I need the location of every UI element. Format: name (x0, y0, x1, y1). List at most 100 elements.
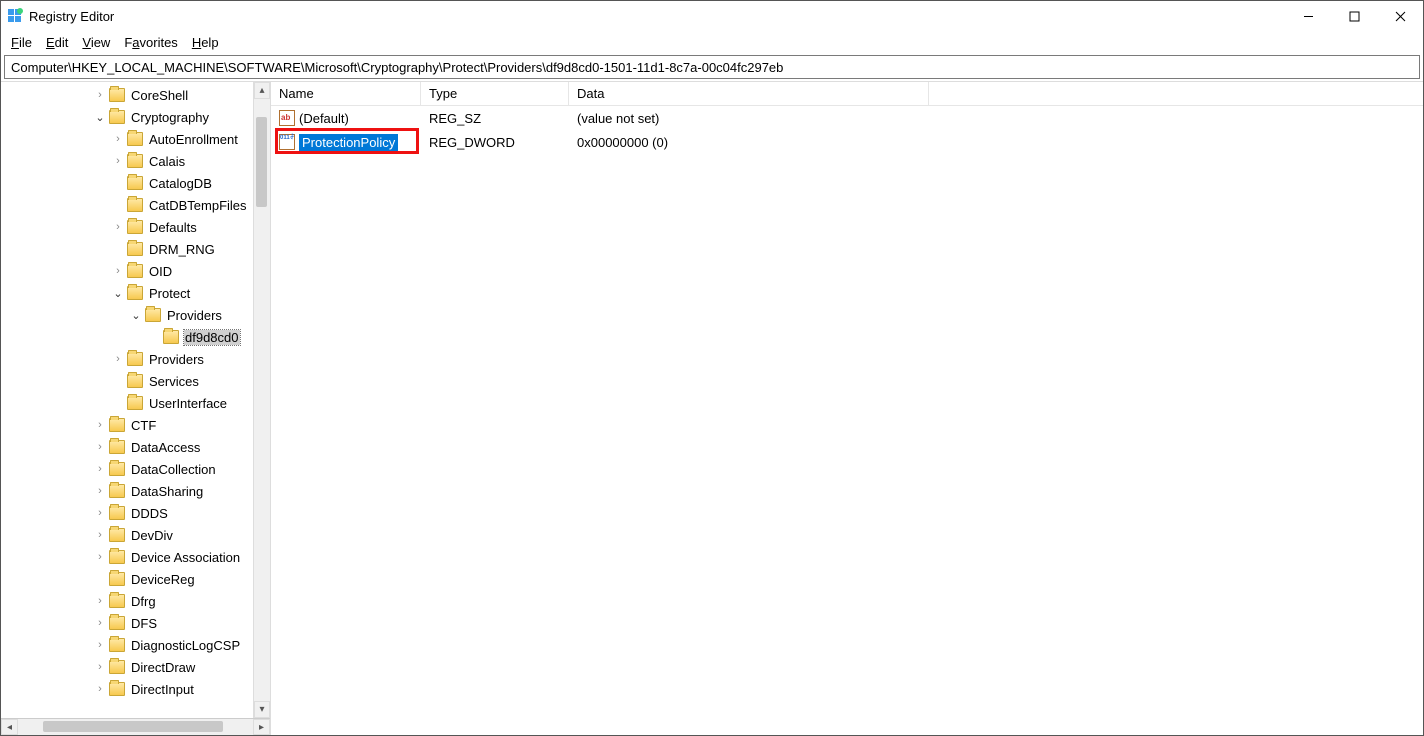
scroll-down-icon[interactable]: ▾ (254, 701, 270, 718)
tree-item-label: Cryptography (130, 110, 210, 125)
tree-vertical-scrollbar[interactable]: ▴ ▾ (253, 82, 270, 718)
folder-icon (109, 462, 125, 476)
chevron-right-icon[interactable]: › (93, 529, 107, 541)
chevron-right-icon[interactable]: › (93, 661, 107, 673)
chevron-right-icon[interactable]: › (111, 265, 125, 277)
chevron-down-icon[interactable]: ⌄ (93, 111, 107, 124)
tree-item-services[interactable]: Services (3, 370, 270, 392)
titlebar: Registry Editor (1, 1, 1423, 31)
tree-item-device-association[interactable]: › Device Association (3, 546, 270, 568)
chevron-down-icon[interactable]: ⌄ (111, 287, 125, 300)
tree-item-datacollection[interactable]: ›DataCollection (3, 458, 270, 480)
folder-icon (127, 154, 143, 168)
column-data[interactable]: Data (569, 82, 929, 105)
folder-icon (127, 198, 143, 212)
chevron-right-icon[interactable]: › (93, 551, 107, 563)
tree-item-df9d8cd0[interactable]: df9d8cd0 (3, 326, 270, 348)
tree-item-label: Device Association (130, 550, 241, 565)
chevron-right-icon[interactable]: › (111, 353, 125, 365)
tree-item-drm-rng[interactable]: DRM_RNG (3, 238, 270, 260)
tree-item-datasharing[interactable]: ›DataSharing (3, 480, 270, 502)
folder-icon (109, 572, 125, 586)
tree-item-label: DFS (130, 616, 158, 631)
list-header: Name Type Data (271, 82, 1423, 106)
main-split: ›CoreShell⌄Cryptography›AutoEnrollment›C… (1, 81, 1423, 735)
tree-item-dfrg[interactable]: › Dfrg (3, 590, 270, 612)
chevron-down-icon[interactable]: ⌄ (129, 309, 143, 322)
tree-item-oid[interactable]: › OID (3, 260, 270, 282)
tree-item-dataaccess[interactable]: › DataAccess (3, 436, 270, 458)
value-type: REG_DWORD (421, 135, 569, 150)
folder-icon (109, 418, 125, 432)
column-name[interactable]: Name (271, 82, 421, 105)
folder-icon (127, 286, 143, 300)
menu-favorites[interactable]: Favorites (118, 33, 183, 52)
tree-item-coreshell[interactable]: ›CoreShell (3, 84, 270, 106)
column-type[interactable]: Type (421, 82, 569, 105)
value-row-protectionpolicy[interactable]: ProtectionPolicyREG_DWORD0x00000000 (0) (271, 130, 1423, 154)
tree-item-diagnosticlogcsp[interactable]: ›DiagnosticLogCSP (3, 634, 270, 656)
folder-icon (109, 682, 125, 696)
tree-item-dfs[interactable]: › DFS (3, 612, 270, 634)
scroll-thumb[interactable] (256, 117, 267, 207)
chevron-right-icon[interactable]: › (111, 155, 125, 167)
tree-item-providers[interactable]: ⌄ Providers (3, 304, 270, 326)
scroll-right-icon[interactable]: ▸ (253, 719, 270, 735)
tree-item-providers[interactable]: ›Providers (3, 348, 270, 370)
chevron-right-icon[interactable]: › (93, 639, 107, 651)
tree-item-directinput[interactable]: ›DirectInput (3, 678, 270, 700)
scroll-thumb[interactable] (43, 721, 223, 732)
tree-item-protect[interactable]: ⌄Protect (3, 282, 270, 304)
tree-item-cryptography[interactable]: ⌄ Cryptography (3, 106, 270, 128)
menubar: File Edit View Favorites Help (1, 31, 1423, 53)
tree-item-calais[interactable]: ›Calais (3, 150, 270, 172)
chevron-right-icon[interactable]: › (93, 683, 107, 695)
tree-item-devicereg[interactable]: DeviceReg (3, 568, 270, 590)
minimize-button[interactable] (1285, 1, 1331, 31)
tree-horizontal-scrollbar[interactable]: ◂ ▸ (1, 718, 270, 735)
chevron-right-icon[interactable]: › (93, 463, 107, 475)
folder-icon (109, 506, 125, 520)
tree-item-catdbtempfiles[interactable]: CatDBTempFiles (3, 194, 270, 216)
tree-item-userinterface[interactable]: UserInterface (3, 392, 270, 414)
tree-item-label: df9d8cd0 (184, 330, 240, 345)
tree-item-ddds[interactable]: › DDDS (3, 502, 270, 524)
chevron-right-icon[interactable]: › (93, 441, 107, 453)
chevron-right-icon[interactable]: › (93, 485, 107, 497)
registry-tree[interactable]: ›CoreShell⌄Cryptography›AutoEnrollment›C… (1, 82, 270, 718)
values-list[interactable]: (Default)REG_SZ(value not set) Protection… (271, 106, 1423, 735)
chevron-right-icon[interactable]: › (93, 507, 107, 519)
tree-item-label: OID (148, 264, 173, 279)
tree-item-ctf[interactable]: ›CTF (3, 414, 270, 436)
folder-icon (163, 330, 179, 344)
menu-edit[interactable]: Edit (40, 33, 74, 52)
tree-item-defaults[interactable]: ›Defaults (3, 216, 270, 238)
menu-help[interactable]: Help (186, 33, 225, 52)
tree-item-directdraw[interactable]: ›DirectDraw (3, 656, 270, 678)
scroll-left-icon[interactable]: ◂ (1, 719, 18, 735)
value-row--default-[interactable]: (Default)REG_SZ(value not set) (271, 106, 1423, 130)
menu-file[interactable]: File (5, 33, 38, 52)
chevron-right-icon[interactable]: › (93, 419, 107, 431)
tree-item-autoenrollment[interactable]: ›AutoEnrollment (3, 128, 270, 150)
chevron-right-icon[interactable]: › (111, 221, 125, 233)
chevron-right-icon[interactable]: › (93, 595, 107, 607)
menu-view[interactable]: View (76, 33, 116, 52)
tree-item-label: Dfrg (130, 594, 157, 609)
close-button[interactable] (1377, 1, 1423, 31)
chevron-right-icon[interactable]: › (93, 617, 107, 629)
maximize-button[interactable] (1331, 1, 1377, 31)
tree-item-label: DDDS (130, 506, 169, 521)
tree-item-label: DRM_RNG (148, 242, 216, 257)
address-bar[interactable]: Computer\HKEY_LOCAL_MACHINE\SOFTWARE\Mic… (4, 55, 1420, 79)
tree-item-label: Providers (166, 308, 223, 323)
folder-icon (109, 440, 125, 454)
scroll-up-icon[interactable]: ▴ (254, 82, 270, 99)
tree-item-devdiv[interactable]: ›DevDiv (3, 524, 270, 546)
tree-item-catalogdb[interactable]: CatalogDB (3, 172, 270, 194)
chevron-right-icon[interactable]: › (111, 133, 125, 145)
value-name: ProtectionPolicy (299, 134, 398, 151)
tree-item-label: DataAccess (130, 440, 201, 455)
chevron-right-icon[interactable]: › (93, 89, 107, 101)
values-pane: Name Type Data (Default)REG_SZ(value not… (271, 82, 1423, 735)
